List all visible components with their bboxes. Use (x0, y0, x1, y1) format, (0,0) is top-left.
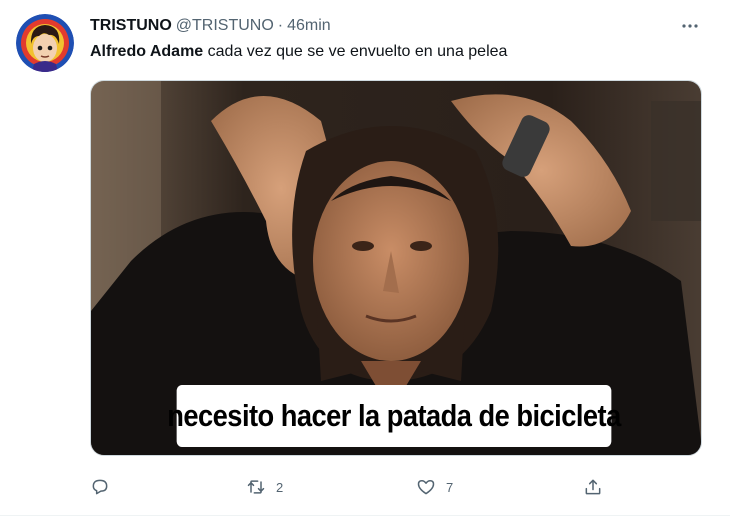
avatar[interactable] (16, 14, 74, 72)
display-name[interactable]: TRISTUNO (90, 17, 172, 34)
timestamp[interactable]: 46min (287, 17, 331, 34)
user-handle[interactable]: @TRISTUNO (176, 17, 274, 34)
tweet-text-highlight[interactable]: Alfredo Adame (90, 43, 203, 60)
tweet-header: TRISTUNO @TRISTUNO · 46min (90, 16, 331, 36)
reply-icon (92, 479, 108, 495)
share-icon (585, 479, 601, 495)
like-button[interactable]: 7 (416, 472, 453, 502)
retweet-icon (247, 480, 265, 494)
media-caption: necesito hacer la patada de bicicleta (167, 385, 621, 447)
tweet-text-body: cada vez que se ve envuelto en una pelea (203, 43, 508, 60)
retweet-count: 2 (276, 479, 284, 495)
avatar-image (16, 14, 74, 72)
share-button[interactable] (583, 472, 603, 502)
retweet-button[interactable]: 2 (246, 472, 283, 502)
reply-button[interactable] (90, 472, 120, 502)
tweet-text: Alfredo Adame cada vez que se ve envuelt… (90, 41, 507, 63)
tweet-card[interactable]: TRISTUNO @TRISTUNO · 46min Alfredo Adame ca… (0, 0, 730, 516)
more-options-button[interactable] (676, 14, 704, 38)
tweet-actions: 2 7 (0, 472, 730, 502)
separator-dot: · (277, 17, 284, 34)
more-icon (682, 24, 698, 28)
tweet-media-image[interactable]: necesito hacer la patada de bicicleta (90, 80, 702, 456)
heart-icon (417, 480, 435, 495)
like-count: 7 (446, 479, 454, 495)
